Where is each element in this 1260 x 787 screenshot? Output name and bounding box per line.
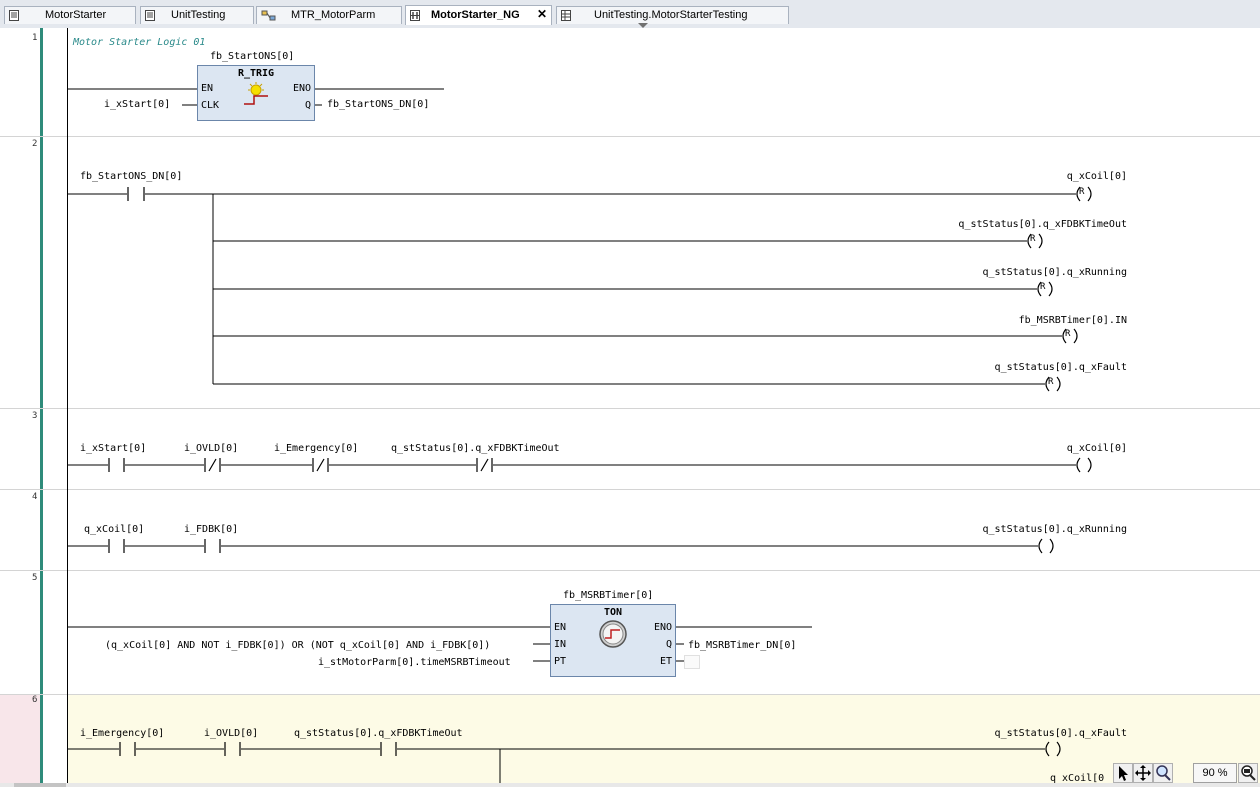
output-variable[interactable]: fb_MSRBTimer_DN[0] (688, 640, 796, 651)
contact-label[interactable]: q_xCoil[0] (84, 524, 144, 535)
network-comment[interactable]: Motor Starter Logic 01 (73, 37, 205, 48)
select-pointer-tool[interactable] (1113, 763, 1133, 783)
pin-q: Q (665, 639, 672, 650)
contact-label[interactable]: i_OVLD[0] (204, 728, 258, 739)
contact-label[interactable]: i_Emergency[0] (274, 443, 358, 454)
document-icon (145, 10, 155, 21)
coil-label[interactable]: q_stStatus[0].q_xRunning (983, 267, 1128, 278)
pt-expression[interactable]: i_stMotorParm[0].timeMSRBTimeout (318, 657, 511, 668)
contact-label[interactable]: i_Emergency[0] (80, 728, 164, 739)
tab-label: MotorStarter (45, 9, 107, 21)
pin-en: EN (201, 83, 214, 94)
reset-coil-symbol[interactable]: R (1030, 234, 1035, 244)
et-output-empty-field[interactable] (684, 655, 700, 669)
fb-type-label: TON (603, 607, 623, 618)
table-icon (561, 10, 571, 21)
tab-label: UnitTesting.MotorStarterTesting (594, 9, 748, 21)
fb-instance-name[interactable]: fb_MSRBTimer[0] (563, 590, 653, 601)
coil-label[interactable]: q_xCoil[0] (1067, 171, 1127, 182)
pin-pt: PT (554, 656, 567, 667)
reset-coil-symbol[interactable]: R (1048, 377, 1053, 387)
contact-label[interactable]: i_FDBK[0] (184, 524, 238, 535)
contact-label[interactable]: i_xStart[0] (80, 443, 146, 454)
contact-label[interactable]: fb_StartONS_DN[0] (80, 171, 182, 182)
output-variable[interactable]: fb_StartONS_DN[0] (327, 99, 429, 110)
ton-timer-function-block[interactable]: TON EN ENO IN Q PT ET (550, 604, 676, 677)
horizontal-scrollbar-thumb[interactable] (14, 783, 66, 787)
magnifier-icon (1156, 765, 1171, 781)
reset-coil-symbol[interactable]: R (1079, 187, 1084, 197)
pin-clk: CLK (201, 100, 220, 111)
coil-label[interactable]: q_stStatus[0].q_xRunning (983, 524, 1128, 535)
in-expression[interactable]: (q_xCoil[0] AND NOT i_FDBK[0]) OR (NOT q… (105, 640, 490, 651)
pin-en: EN (554, 622, 567, 633)
pan-tool[interactable] (1133, 763, 1153, 783)
zoom-tool[interactable] (1153, 763, 1173, 783)
tab-motorstarter[interactable]: MotorStarter (4, 6, 136, 24)
tab-motorstarter-ng[interactable]: MotorStarter_NG ✕ (405, 5, 552, 25)
tab-mtr-motorparm[interactable]: MTR_MotorParm (256, 6, 402, 24)
reset-coil-symbol[interactable]: R (1040, 282, 1045, 292)
zoom-settings-button[interactable] (1238, 763, 1258, 783)
tab-label: MotorStarter_NG (431, 9, 520, 21)
struct-icon (261, 10, 276, 21)
fb-type-label: R_TRIG (237, 68, 275, 79)
contact-label[interactable]: q_stStatus[0].q_xFDBKTimeOut (294, 728, 463, 739)
pin-in: IN (554, 639, 567, 650)
coil-label[interactable]: q_xCoil[0] (1067, 443, 1127, 454)
pin-q: Q (304, 100, 311, 111)
ladder-icon (410, 10, 420, 21)
tab-unittesting[interactable]: UnitTesting (140, 6, 254, 24)
pin-et: ET (659, 656, 672, 667)
pin-eno: ENO (653, 622, 672, 633)
coil-label[interactable]: q_stStatus[0].q_xFault (995, 362, 1127, 373)
zoom-level-field[interactable]: 90 % (1193, 763, 1237, 783)
editor-tab-bar: MotorStarter UnitTesting MTR_MotorParm M… (0, 0, 1260, 29)
coil-label[interactable]: fb_MSRBTimer[0].IN (1019, 315, 1127, 326)
horizontal-scrollbar[interactable] (0, 783, 1260, 787)
tab-unittesting-motorstartertesting[interactable]: UnitTesting.MotorStarterTesting (556, 6, 789, 24)
timer-clock-icon (599, 620, 627, 648)
close-icon[interactable]: ✕ (537, 7, 547, 21)
input-variable[interactable]: i_xStart[0] (104, 99, 170, 110)
coil-label[interactable]: q_stStatus[0].q_xFault (995, 728, 1127, 739)
fb-instance-name[interactable]: fb_StartONS[0] (210, 51, 294, 62)
ladder-editor[interactable]: 1 2 3 4 5 6 Motor Starter Logic 01 fb_St… (0, 28, 1260, 784)
pin-eno: ENO (292, 83, 311, 94)
pointer-icon (1119, 766, 1128, 781)
reset-coil-symbol[interactable]: R (1065, 329, 1070, 339)
zoom-magnifier-icon (1241, 765, 1256, 781)
rising-edge-icon (244, 82, 268, 105)
document-icon (9, 10, 19, 21)
contact-label[interactable]: i_OVLD[0] (184, 443, 238, 454)
contact-label[interactable]: q_stStatus[0].q_xFDBKTimeOut (391, 443, 560, 454)
move-arrows-icon (1135, 765, 1151, 781)
tab-label: UnitTesting (171, 9, 226, 21)
tab-label: MTR_MotorParm (291, 9, 376, 21)
coil-label[interactable]: q_stStatus[0].q_xFDBKTimeOut (958, 219, 1127, 230)
r-trig-function-block[interactable]: R_TRIG EN ENO CLK Q (197, 65, 315, 121)
